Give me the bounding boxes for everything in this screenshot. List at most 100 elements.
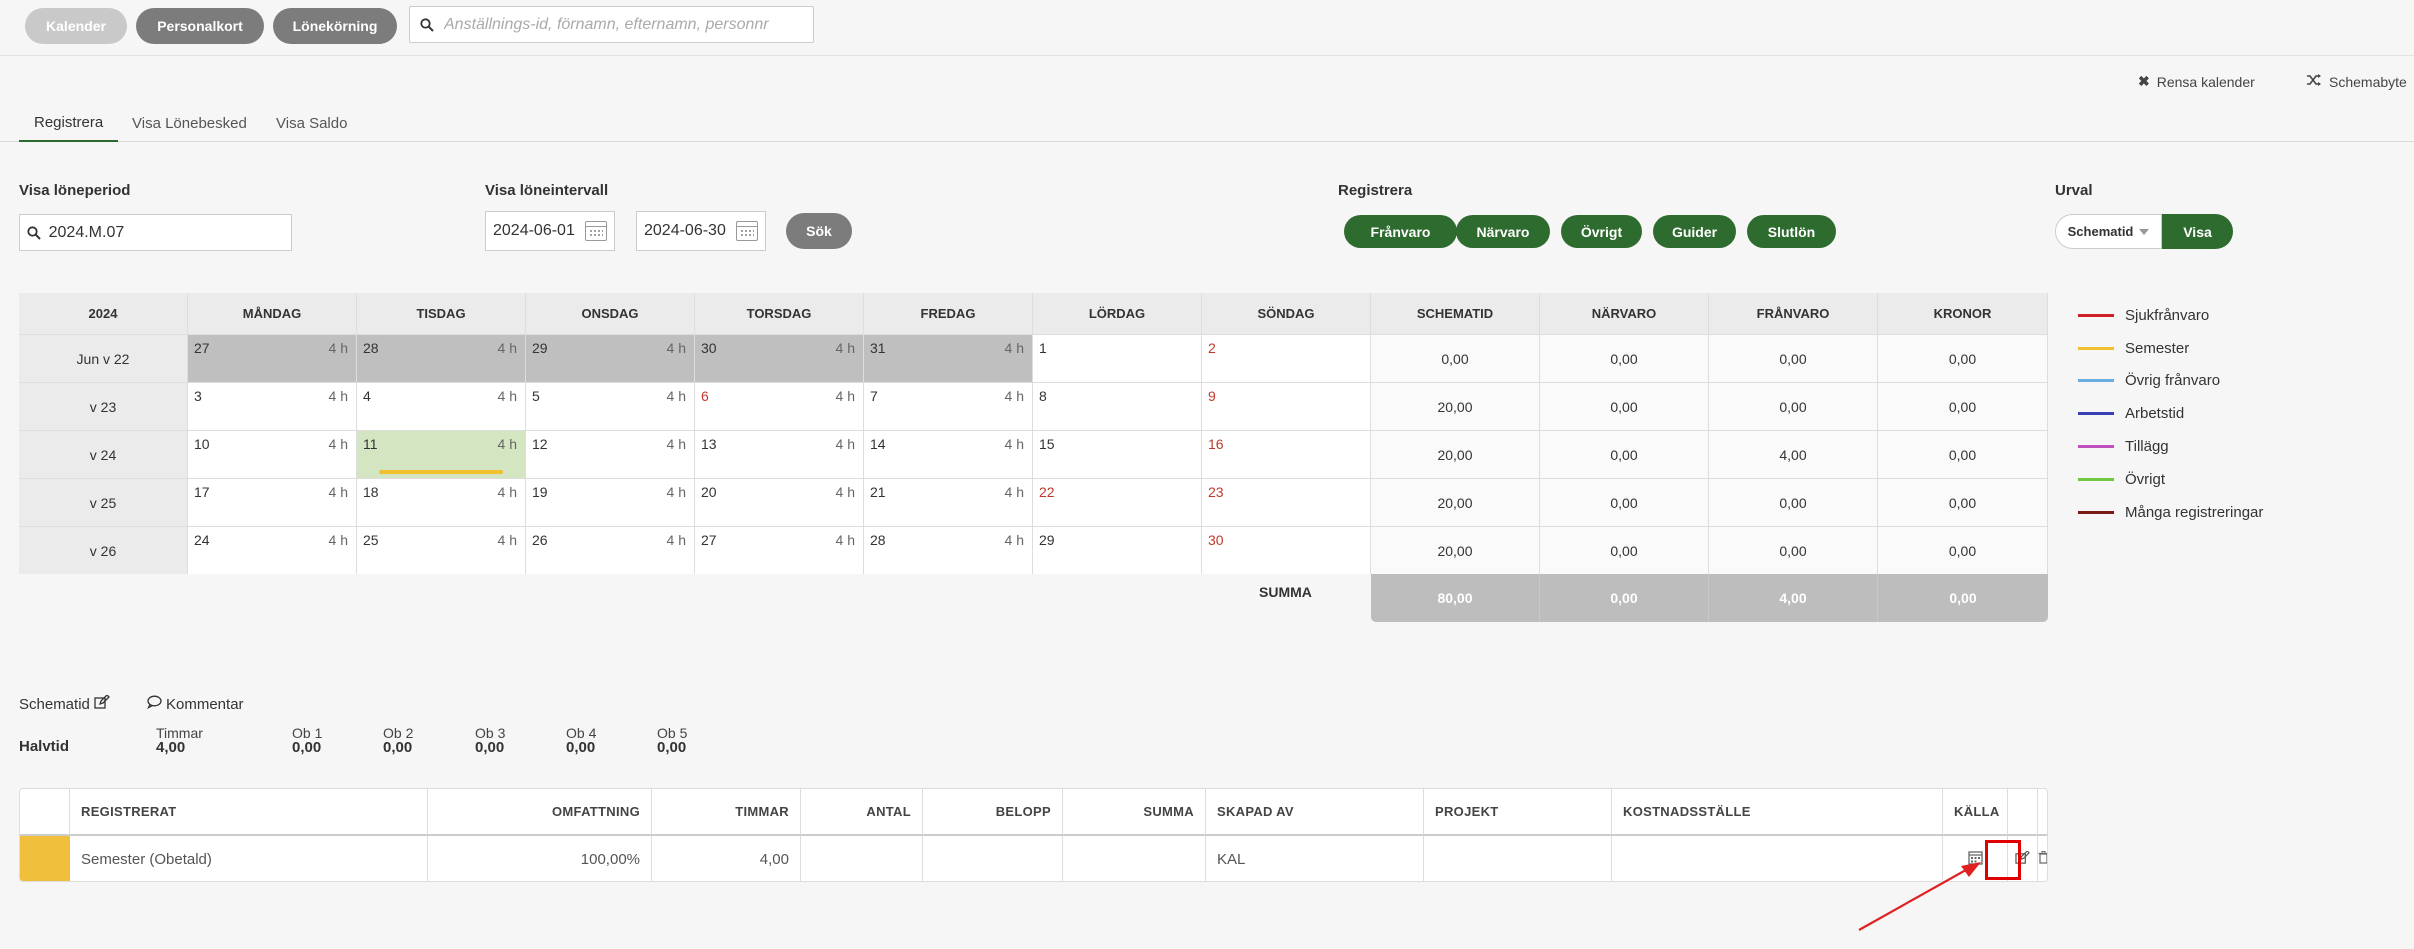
calendar-day-cell[interactable]: 27 4 h: [188, 334, 357, 382]
search-icon: [410, 17, 444, 32]
calendar-day-cell[interactable]: 23: [1202, 478, 1371, 526]
calendar-day-cell[interactable]: 7 4 h: [864, 382, 1033, 430]
calendar-day-cell[interactable]: 19 4 h: [526, 478, 695, 526]
calendar-day-cell[interactable]: 17 4 h: [188, 478, 357, 526]
calendar-day-cell[interactable]: 13 4 h: [695, 430, 864, 478]
employee-search-input[interactable]: [444, 15, 813, 34]
calendar-day-cell[interactable]: 29 4 h: [526, 334, 695, 382]
shuffle-icon: [2306, 73, 2322, 90]
day-hours: 4 h: [1004, 340, 1024, 356]
calendar-day-cell[interactable]: 10 4 h: [188, 430, 357, 478]
calendar-day-cell[interactable]: 27 4 h: [695, 526, 864, 574]
calendar-day-cell[interactable]: 11 4 h: [357, 430, 526, 478]
calendar-day-cell[interactable]: 5 4 h: [526, 382, 695, 430]
day-hours: 4 h: [497, 532, 517, 548]
loneperiod-field[interactable]: [19, 214, 292, 251]
week-sum-cell: 0,00: [1540, 334, 1709, 382]
calendar-icon[interactable]: [585, 221, 607, 241]
day-number: 29: [532, 340, 548, 356]
calendar-day-cell[interactable]: 24 4 h: [188, 526, 357, 574]
schemabyte-link[interactable]: Schemabyte: [2306, 73, 2407, 90]
header-belopp: BELOPP: [923, 789, 1063, 836]
urval-select[interactable]: Schematid: [2055, 214, 2162, 249]
guider-button[interactable]: Guider: [1653, 215, 1736, 248]
tab-bar: Registrera Visa Lönebesked Visa Saldo: [0, 104, 2414, 142]
kommentar-link-label: Kommentar: [166, 695, 244, 713]
calendar-day-cell[interactable]: 1: [1033, 334, 1202, 382]
employee-search[interactable]: [409, 6, 814, 43]
registrera-label: Registrera: [1338, 182, 1413, 199]
calendar-day-cell[interactable]: 16: [1202, 430, 1371, 478]
calendar-day-cell[interactable]: 2: [1202, 334, 1371, 382]
calendar-day-cell[interactable]: 28 4 h: [864, 526, 1033, 574]
calendar-day-cell[interactable]: 29: [1033, 526, 1202, 574]
calendar-day-cell[interactable]: 22: [1033, 478, 1202, 526]
calendar-day-cell[interactable]: 3 4 h: [188, 382, 357, 430]
calendar-day-cell[interactable]: 30: [1202, 526, 1371, 574]
week-sum-cell: 0,00: [1371, 334, 1540, 382]
calendar-day-cell[interactable]: 14 4 h: [864, 430, 1033, 478]
highlight-box: [1985, 840, 2021, 880]
day-hours: 4 h: [835, 532, 855, 548]
week-sum-cell: 0,00: [1878, 478, 2048, 526]
tab-visa-lonebesked[interactable]: Visa Lönebesked: [132, 104, 247, 142]
from-date-field[interactable]: [485, 211, 615, 251]
day-number: 14: [870, 436, 886, 452]
slutlon-button[interactable]: Slutlön: [1747, 215, 1836, 248]
tab-registrera[interactable]: Registrera: [19, 104, 119, 142]
to-date-field[interactable]: [636, 211, 766, 251]
calendar-day-cell[interactable]: 12 4 h: [526, 430, 695, 478]
visa-button[interactable]: Visa: [2162, 214, 2233, 249]
ovrigt-button[interactable]: Övrigt: [1561, 215, 1642, 248]
day-number: 16: [1208, 436, 1224, 452]
calendar-day-cell[interactable]: 28 4 h: [357, 334, 526, 382]
delete-row-button[interactable]: [2038, 836, 2047, 881]
calendar-day-cell[interactable]: 6 4 h: [695, 382, 864, 430]
day-number: 27: [701, 532, 717, 548]
franvaro-button[interactable]: Frånvaro: [1344, 215, 1457, 248]
day-hours: 4 h: [835, 388, 855, 404]
kommentar-link[interactable]: Kommentar: [147, 695, 244, 713]
calendar-day-cell[interactable]: 20 4 h: [695, 478, 864, 526]
tab-visa-saldo[interactable]: Visa Saldo: [276, 104, 347, 142]
cell-summa: [1063, 836, 1206, 881]
from-date-input[interactable]: [493, 222, 585, 240]
week-sum-cell: 0,00: [1540, 526, 1709, 574]
calendar-day-cell[interactable]: 9: [1202, 382, 1371, 430]
week-label: v 23: [19, 382, 188, 430]
day-number: 30: [1208, 532, 1224, 548]
to-date-input[interactable]: [644, 222, 736, 240]
cell-skapad-av: KAL: [1206, 836, 1424, 881]
total-cell: 0,00: [1540, 574, 1709, 622]
legend-item: Många registreringar: [2078, 502, 2263, 522]
calendar-day-cell[interactable]: 31 4 h: [864, 334, 1033, 382]
calendar-year-header: 2024: [19, 293, 188, 334]
day-hours: 4 h: [835, 436, 855, 452]
calendar-day-cell[interactable]: 21 4 h: [864, 478, 1033, 526]
day-number: 23: [1208, 484, 1224, 500]
cell-timmar: 4,00: [652, 836, 801, 881]
calendar-day-cell[interactable]: 25 4 h: [357, 526, 526, 574]
week-label: Jun v 22: [19, 334, 188, 382]
calendar-day-cell[interactable]: 18 4 h: [357, 478, 526, 526]
day-hours: 4 h: [328, 436, 348, 452]
calendar-icon[interactable]: [736, 221, 758, 241]
week-sum-cell: 0,00: [1540, 382, 1709, 430]
calendar-day-cell[interactable]: 26 4 h: [526, 526, 695, 574]
schematid-link[interactable]: Schematid: [19, 694, 110, 714]
narvaro-button[interactable]: Närvaro: [1456, 215, 1550, 248]
day-number: 25: [363, 532, 379, 548]
day-header: TISDAG: [357, 293, 526, 334]
urval-control: Schematid Visa: [2055, 214, 2233, 249]
schema-col-value: 0,00: [475, 739, 505, 756]
rensa-kalender-link[interactable]: ✖ Rensa kalender: [2138, 73, 2255, 90]
personalkort-button[interactable]: Personalkort: [136, 8, 264, 44]
loneperiod-input[interactable]: [48, 223, 291, 242]
calendar-day-cell[interactable]: 15: [1033, 430, 1202, 478]
lonekorning-button[interactable]: Lönekörning: [273, 8, 397, 44]
calendar-day-cell[interactable]: 4 4 h: [357, 382, 526, 430]
calendar-day-cell[interactable]: 30 4 h: [695, 334, 864, 382]
sok-button[interactable]: Sök: [786, 213, 852, 249]
calendar-day-cell[interactable]: 8: [1033, 382, 1202, 430]
kalender-button[interactable]: Kalender: [25, 8, 127, 44]
